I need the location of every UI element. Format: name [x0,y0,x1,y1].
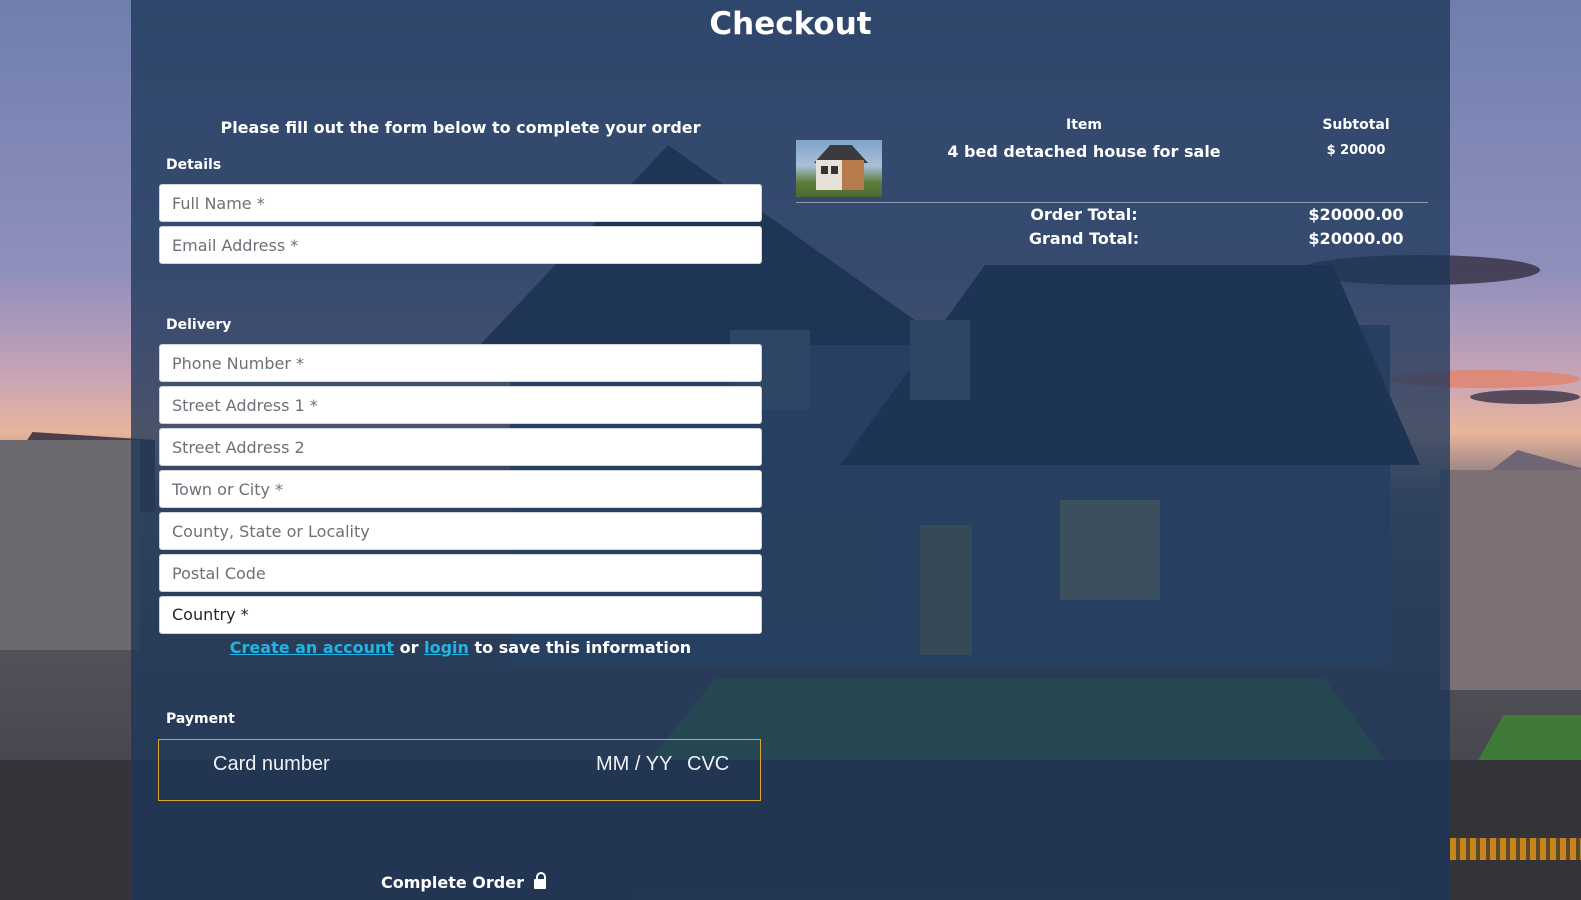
thumb-window [821,166,828,174]
save-info-connector: or [394,638,425,657]
grand-total-label: Grand Total: [1028,229,1140,248]
checkout-panel: Checkout Please fill out the form below … [131,0,1450,900]
details-section-label: Details [166,157,222,173]
create-account-link[interactable]: Create an account [230,638,394,657]
thumb-cladding [842,160,864,190]
street-address-2-input[interactable] [159,428,762,466]
grand-total-value: $20000.00 [1308,229,1404,248]
email-input[interactable] [159,226,762,264]
order-total-label: Order Total: [1030,205,1138,224]
order-item-price: $ 20000 [1326,143,1386,158]
subtotal-column-header: Subtotal [1322,117,1390,133]
thumb-window [831,166,838,174]
neighbor-house [1440,470,1581,690]
neighbor-house [0,440,140,650]
postcode-input[interactable] [159,554,762,592]
order-item-name: 4 bed detached house for sale [947,142,1221,161]
complete-order-button[interactable]: Complete Order [381,872,546,892]
street-address-1-input[interactable] [159,386,762,424]
item-column-header: Item [1066,117,1102,133]
product-thumbnail[interactable] [796,140,882,197]
card-element[interactable]: Card number MM / YY CVC [158,739,761,801]
cloud [1470,390,1580,404]
driveway-grate [1450,838,1581,860]
order-total-value: $20000.00 [1308,205,1404,224]
payment-section-label: Payment [166,711,235,727]
country-select[interactable]: Country * [159,596,762,634]
summary-divider [796,202,1428,203]
form-intro: Please fill out the form below to comple… [220,118,701,137]
save-info-suffix: to save this information [468,638,692,657]
phone-input[interactable] [159,344,762,382]
complete-order-label: Complete Order [381,873,524,892]
save-info-line: Create an account or login to save this … [159,638,762,657]
card-cvc-input[interactable]: CVC [687,753,729,776]
page-title: Checkout [709,6,872,42]
lock-icon [533,872,546,889]
town-input[interactable] [159,470,762,508]
card-expiry-input[interactable]: MM / YY [596,753,672,776]
login-link[interactable]: login [424,638,469,657]
delivery-section-label: Delivery [166,317,232,333]
full-name-input[interactable] [159,184,762,222]
county-input[interactable] [159,512,762,550]
card-number-input[interactable]: Card number [213,753,330,776]
